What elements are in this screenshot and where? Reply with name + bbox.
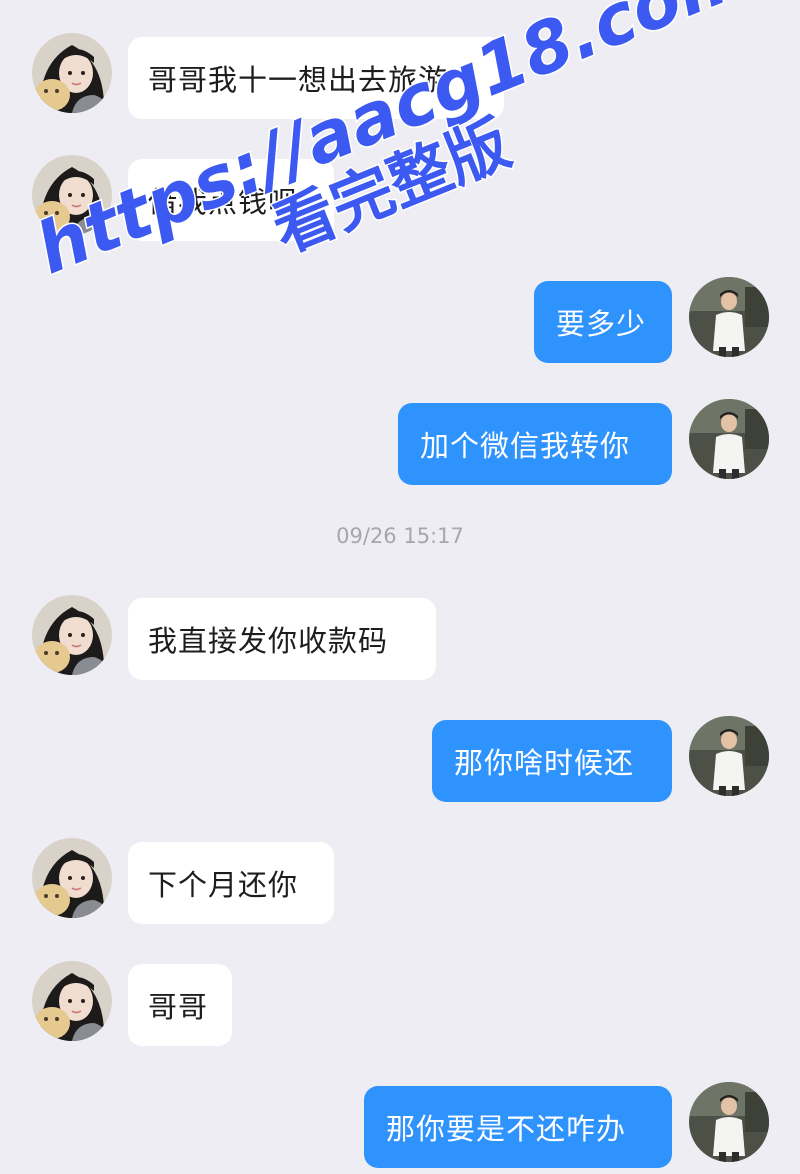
contact-avatar[interactable]	[32, 33, 112, 113]
self-avatar[interactable]	[689, 399, 769, 479]
man-avatar-icon	[689, 716, 769, 796]
contact-avatar[interactable]	[32, 155, 112, 235]
contact-avatar[interactable]	[32, 838, 112, 918]
girl-avatar-icon	[32, 961, 112, 1041]
message-text: 要多少	[556, 307, 647, 341]
man-avatar-icon	[689, 399, 769, 479]
contact-avatar[interactable]	[32, 961, 112, 1041]
incoming-message-bubble[interactable]: 哥哥我十一想出去旅游	[128, 37, 504, 119]
self-avatar[interactable]	[689, 277, 769, 357]
self-avatar[interactable]	[689, 716, 769, 796]
outgoing-message-bubble[interactable]: 加个微信我转你	[398, 403, 672, 485]
self-avatar[interactable]	[689, 1082, 769, 1162]
girl-avatar-icon	[32, 838, 112, 918]
message-text: 我直接发你收款码	[148, 624, 389, 658]
incoming-message-bubble[interactable]: 哥哥	[128, 964, 232, 1046]
outgoing-message-bubble[interactable]: 那你啥时候还	[432, 720, 672, 802]
message-text: 下个月还你	[148, 868, 299, 902]
girl-avatar-icon	[32, 595, 112, 675]
contact-avatar[interactable]	[32, 595, 112, 675]
message-text: 那你啥时候还	[454, 746, 635, 780]
message-timestamp: 09/26 15:17	[336, 524, 464, 548]
girl-avatar-icon	[32, 33, 112, 113]
message-text: 加个微信我转你	[420, 429, 631, 463]
man-avatar-icon	[689, 277, 769, 357]
message-text: 那你要是不还咋办	[386, 1112, 627, 1146]
incoming-message-bubble[interactable]: 借我点钱呗	[128, 159, 334, 241]
message-text: 哥哥	[148, 990, 209, 1024]
girl-avatar-icon	[32, 155, 112, 235]
message-text: 借我点钱呗	[148, 185, 299, 219]
incoming-message-bubble[interactable]: 我直接发你收款码	[128, 598, 436, 680]
man-avatar-icon	[689, 1082, 769, 1162]
outgoing-message-bubble[interactable]: 要多少	[534, 281, 672, 363]
incoming-message-bubble[interactable]: 下个月还你	[128, 842, 334, 924]
message-text: 哥哥我十一想出去旅游	[148, 63, 449, 97]
outgoing-message-bubble[interactable]: 那你要是不还咋办	[364, 1086, 672, 1168]
chat-window: 哥哥我十一想出去旅游 借我点钱呗 要多少 加个微信我转你 09/26 15:17…	[0, 0, 800, 1174]
